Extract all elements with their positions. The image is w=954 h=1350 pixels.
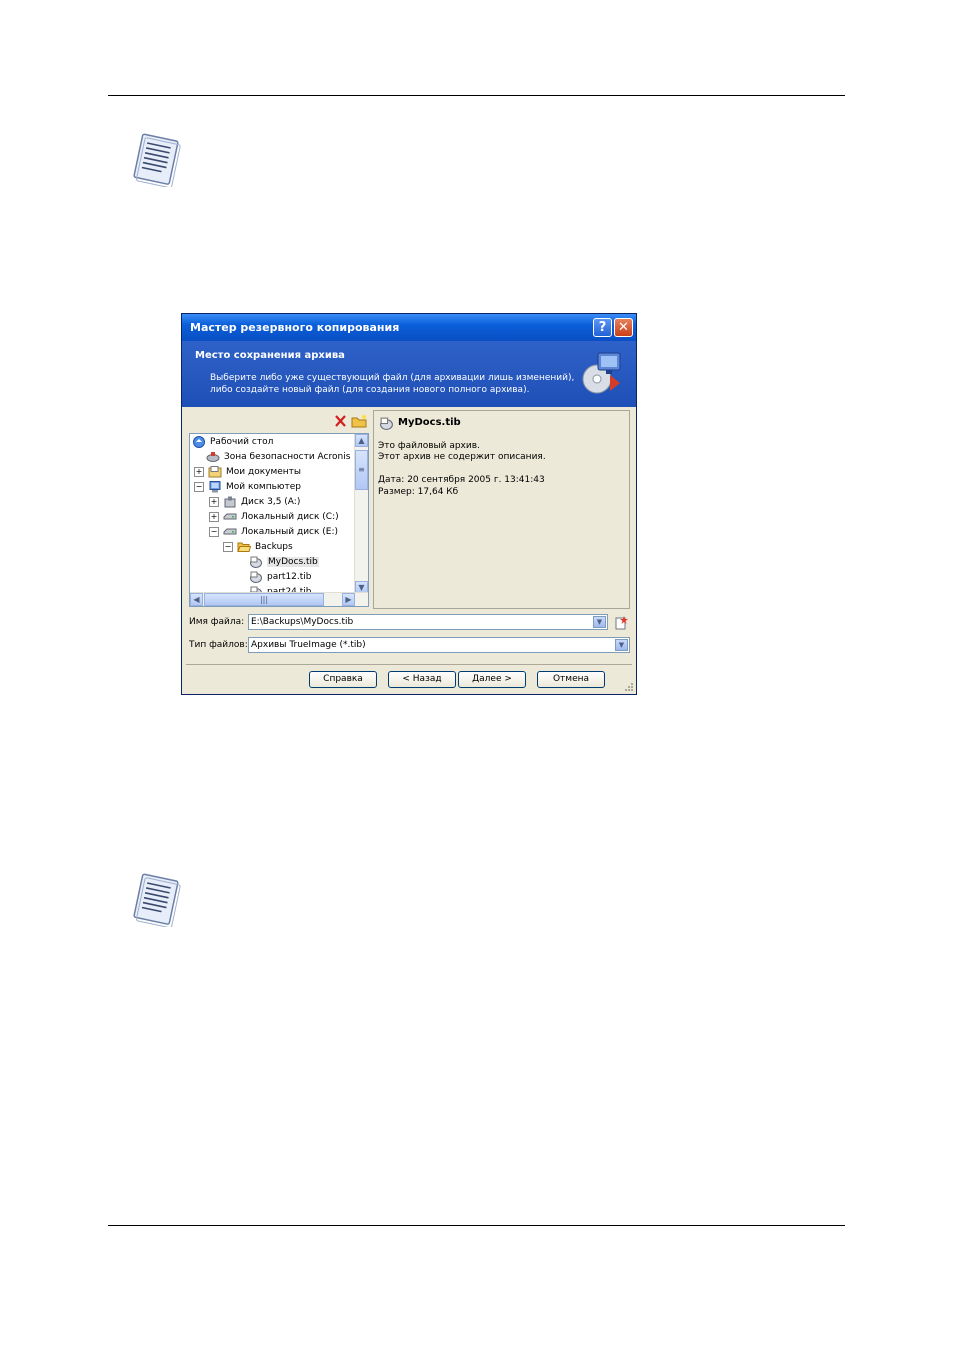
cancel-button[interactable]: Отмена bbox=[537, 671, 605, 688]
button-separator bbox=[186, 664, 632, 665]
note-icon bbox=[133, 133, 181, 187]
filetype-value: Архивы TrueImage (*.tib) bbox=[251, 640, 366, 650]
horizontal-scrollbar[interactable]: ◀ ||| ▶ bbox=[190, 592, 368, 606]
archive-type-text: Это файловый архив. bbox=[378, 441, 480, 451]
backup-wizard-dialog: Мастер резервного копирования ? ✕ Место … bbox=[181, 313, 637, 695]
expand-icon[interactable]: + bbox=[209, 512, 219, 522]
tree-item-label: Локальный диск (C:) bbox=[241, 512, 339, 522]
tree-item-label: MyDocs.tib bbox=[267, 557, 319, 567]
filetype-label: Тип файлов: bbox=[189, 640, 248, 650]
title-bar[interactable]: Мастер резервного копирования ? ✕ bbox=[182, 314, 636, 341]
bottom-rule bbox=[108, 1225, 845, 1226]
top-rule bbox=[108, 95, 845, 96]
collapse-icon[interactable]: − bbox=[223, 542, 233, 552]
filename-field[interactable]: E:\Backups\MyDocs.tib ▼ bbox=[248, 614, 608, 630]
tree-item-secure-zone[interactable]: Зона безопасности Acronis bbox=[206, 450, 350, 464]
tree-item-disk-c[interactable]: + Локальный диск (C:) bbox=[209, 510, 339, 524]
tree-item-label: Мой компьютер bbox=[226, 482, 301, 492]
dialog-title: Мастер резервного копирования bbox=[190, 321, 400, 334]
scroll-thumb[interactable]: ||| bbox=[204, 593, 324, 606]
tree-item-mydocs[interactable]: MyDocs.tib bbox=[249, 555, 319, 569]
tree-item-floppy[interactable]: + Диск 3,5 (A:) bbox=[209, 495, 300, 509]
tree-item-my-computer[interactable]: − Мой компьютер bbox=[194, 480, 301, 494]
vertical-scrollbar[interactable]: ▲ ≡ ▼ bbox=[354, 434, 368, 594]
desktop-icon bbox=[193, 436, 205, 448]
my-computer-icon bbox=[209, 481, 221, 493]
filetype-select[interactable]: Архивы TrueImage (*.tib) ▼ bbox=[248, 637, 630, 653]
tree-item-label: Зона безопасности Acronis bbox=[224, 452, 351, 462]
archive-name: MyDocs.tib bbox=[398, 417, 461, 428]
chevron-down-icon[interactable]: ▼ bbox=[593, 616, 606, 628]
archive-date: Дата: 20 сентября 2005 г. 13:41:43 bbox=[378, 475, 545, 485]
back-button[interactable]: < Назад bbox=[388, 671, 456, 688]
collapse-icon[interactable]: − bbox=[194, 482, 204, 492]
tree-item-label: Диск 3,5 (A:) bbox=[241, 497, 301, 507]
delete-icon[interactable] bbox=[335, 415, 346, 427]
close-button[interactable]: ✕ bbox=[614, 318, 633, 337]
hard-disk-icon bbox=[223, 528, 237, 535]
expand-icon[interactable]: + bbox=[194, 467, 204, 477]
scroll-thumb[interactable]: ≡ bbox=[355, 450, 368, 490]
next-button[interactable]: Далее > bbox=[458, 671, 526, 688]
tree-item-label: Мои документы bbox=[226, 467, 302, 477]
wizard-header: Место сохранения архива Выберите либо уж… bbox=[182, 341, 636, 407]
archive-icon bbox=[250, 556, 262, 568]
folder-tree[interactable]: Рабочий стол Зона безопасности Acronis +… bbox=[189, 433, 369, 607]
archive-info-panel: MyDocs.tib Это файловый архив. Этот архи… bbox=[373, 410, 630, 609]
tree-item-desktop[interactable]: Рабочий стол bbox=[192, 435, 273, 449]
tree-item-part12[interactable]: part12.tib bbox=[249, 570, 312, 584]
resize-grip-icon[interactable] bbox=[624, 682, 634, 692]
help-button[interactable]: Справка bbox=[309, 671, 377, 688]
hard-disk-icon bbox=[223, 513, 237, 520]
step-description-line2: либо создайте новый файл (для создания н… bbox=[210, 385, 530, 395]
my-documents-icon bbox=[208, 466, 222, 478]
archive-size: Размер: 17,64 Кб bbox=[378, 487, 459, 497]
new-archive-icon[interactable] bbox=[614, 615, 629, 630]
archive-description-text: Этот архив не содержит описания. bbox=[378, 452, 546, 462]
tree-item-label: Backups bbox=[255, 542, 293, 552]
archive-icon bbox=[250, 571, 262, 583]
step-title: Место сохранения архива bbox=[195, 350, 345, 361]
tree-item-disk-e[interactable]: − Локальный диск (E:) bbox=[209, 525, 338, 539]
tree-item-backups[interactable]: − Backups bbox=[223, 540, 293, 554]
note-icon bbox=[133, 873, 181, 927]
scroll-right-button[interactable]: ▶ bbox=[342, 593, 355, 606]
scroll-up-button[interactable]: ▲ bbox=[355, 434, 368, 447]
new-folder-icon[interactable] bbox=[351, 415, 367, 428]
chevron-down-icon[interactable]: ▼ bbox=[615, 639, 628, 651]
folder-open-icon bbox=[237, 542, 251, 552]
collapse-icon[interactable]: − bbox=[209, 527, 219, 537]
expand-icon[interactable]: + bbox=[209, 497, 219, 507]
tree-item-my-documents[interactable]: + Мои документы bbox=[194, 465, 301, 479]
backup-wizard-icon bbox=[582, 352, 621, 394]
filename-value: E:\Backups\MyDocs.tib bbox=[251, 617, 354, 627]
tree-item-label: Рабочий стол bbox=[210, 437, 274, 447]
archive-icon bbox=[380, 417, 393, 430]
tree-item-label: Локальный диск (E:) bbox=[241, 527, 339, 537]
help-title-button[interactable]: ? bbox=[593, 318, 612, 337]
scroll-left-button[interactable]: ◀ bbox=[190, 593, 203, 606]
filename-label: Имя файла: bbox=[189, 617, 245, 627]
secure-zone-icon bbox=[206, 452, 220, 462]
folder-browser: Рабочий стол Зона безопасности Acronis +… bbox=[186, 410, 371, 609]
floppy-icon bbox=[224, 496, 236, 508]
tree-toolbar bbox=[335, 415, 367, 428]
tree-item-label: part12.tib bbox=[267, 572, 312, 582]
step-description-line1: Выберите либо уже существующий файл (для… bbox=[210, 373, 575, 383]
